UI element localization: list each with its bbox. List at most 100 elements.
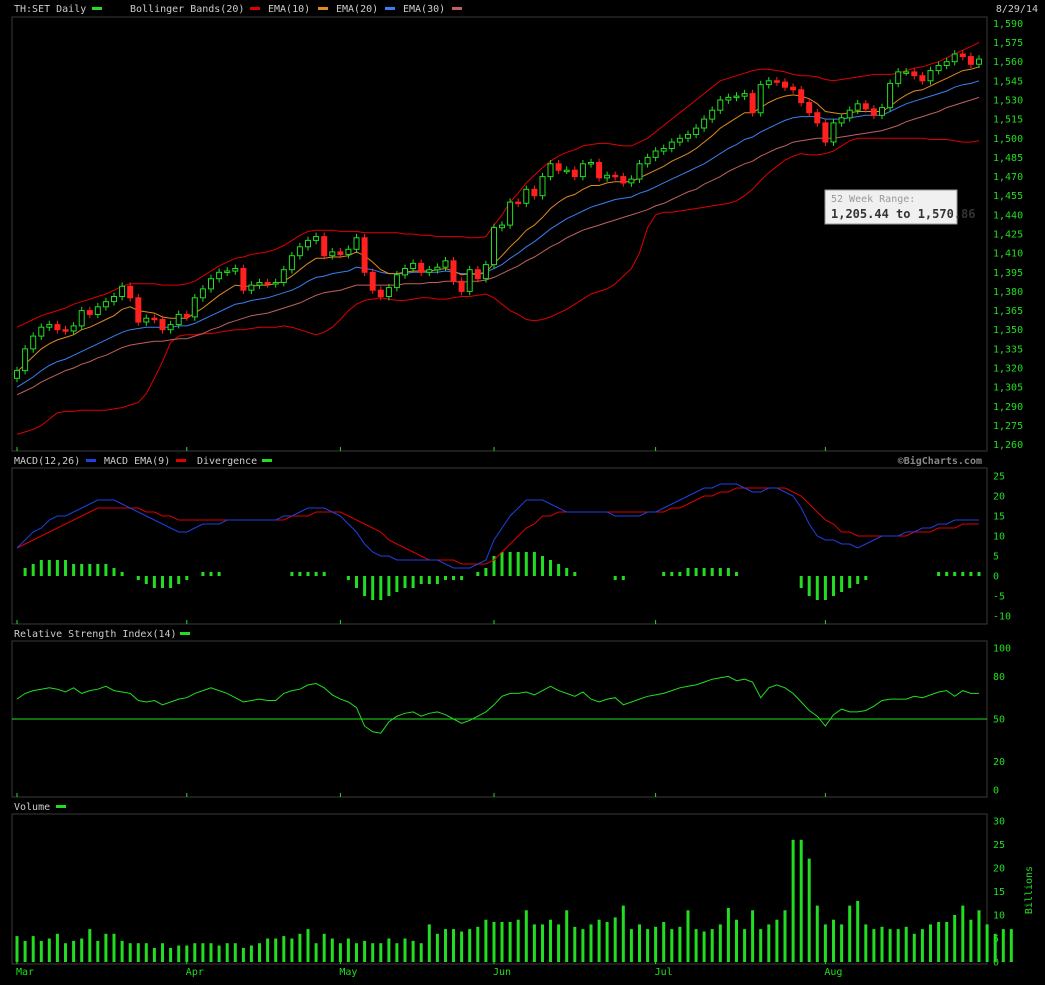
- candle-body: [54, 324, 61, 331]
- volume-bar: [258, 943, 261, 962]
- candle-body: [337, 251, 344, 255]
- macd-signal-legend-swatch: [176, 459, 186, 462]
- volume-bar: [654, 926, 658, 963]
- volume-bar: [912, 933, 916, 962]
- candle-body: [539, 176, 546, 197]
- volume-bar: [452, 929, 455, 962]
- divergence-bar: [411, 576, 415, 588]
- divergence-bar: [815, 576, 819, 600]
- candle-body: [280, 269, 287, 284]
- chart-date: 8/29/14: [996, 4, 1038, 15]
- candle-body: [426, 269, 433, 273]
- price-tick-label: 1,530: [993, 96, 1023, 107]
- candle-body: [329, 251, 336, 257]
- candle-body: [305, 239, 311, 248]
- candle-body: [507, 201, 514, 226]
- candle-body: [814, 112, 821, 124]
- divergence-bar: [718, 568, 722, 576]
- divergence-bar: [177, 576, 181, 584]
- rsi-legend-swatch: [180, 632, 190, 635]
- price-tick-label: 1,365: [993, 306, 1023, 317]
- volume-bar: [864, 924, 868, 962]
- candle-body: [30, 335, 37, 350]
- volume-bar: [686, 910, 690, 962]
- volume-bar: [1009, 929, 1013, 962]
- price-tick-label: 1,350: [993, 325, 1023, 336]
- volume-bar: [266, 938, 270, 962]
- volume-bar: [31, 936, 35, 962]
- divergence-bar: [840, 576, 844, 592]
- candle-body: [547, 163, 554, 178]
- candle: [135, 294, 142, 326]
- candle-body: [313, 236, 320, 241]
- candle-body: [321, 236, 328, 257]
- legend-ema20-label: EMA(20): [336, 4, 378, 15]
- volume-bar: [743, 929, 747, 962]
- macd-tick-label: 20: [993, 492, 1005, 503]
- price-tick-label: 1,485: [993, 153, 1023, 164]
- candle: [539, 172, 546, 200]
- ticker-label: TH:SET Daily: [14, 4, 86, 15]
- volume-bar: [128, 943, 132, 962]
- volume-bar: [47, 938, 51, 962]
- bigcharts-stock-chart: TH:SET Daily Bollinger Bands(20) EMA(10)…: [0, 0, 1045, 981]
- volume-bar: [112, 933, 116, 962]
- divergence-bar: [557, 564, 561, 576]
- volume-bar: [88, 929, 92, 962]
- candle-body: [555, 163, 562, 171]
- candle-body: [676, 137, 683, 143]
- candle-body: [749, 93, 756, 114]
- range-title: 52 Week Range:: [831, 194, 915, 205]
- legend-ema30-label: EMA(30): [403, 4, 445, 15]
- candle-body: [967, 56, 974, 65]
- candle-body: [491, 227, 497, 266]
- candle: [636, 160, 643, 183]
- volume-bar: [1001, 929, 1005, 962]
- divergence-bar: [573, 572, 577, 576]
- divergence-bar: [120, 572, 124, 576]
- volume-bar: [791, 839, 795, 962]
- divergence-bar: [80, 564, 84, 576]
- legend-ema30-swatch: [452, 7, 462, 10]
- candle: [466, 265, 473, 296]
- divergence-bar: [807, 576, 811, 596]
- candle-body: [563, 169, 570, 173]
- rsi-tick-label: 80: [993, 672, 1005, 683]
- divergence-bar: [864, 576, 868, 580]
- candle-body: [256, 282, 263, 286]
- volume-bar: [379, 943, 383, 962]
- 52-week-range-box: 52 Week Range: 1,205.44 to 1,570.86: [824, 189, 976, 225]
- candle-body: [135, 297, 142, 323]
- rsi-legend: Relative Strength Index(14): [14, 629, 190, 640]
- rsi-tick-label: 50: [993, 715, 1005, 726]
- candle: [749, 89, 756, 117]
- x-tick-label: Aug: [824, 967, 842, 978]
- candle-body: [596, 162, 603, 179]
- volume-bar: [371, 943, 375, 962]
- legend-ema10-label: EMA(10): [268, 4, 310, 15]
- volume-bar: [985, 924, 989, 962]
- volume-bar: [217, 945, 221, 962]
- candle-body: [636, 163, 643, 180]
- divergence-bar: [565, 568, 569, 576]
- divergence-bar: [662, 572, 666, 576]
- candle-body: [604, 174, 611, 179]
- divergence-bar: [64, 560, 67, 576]
- candle-body: [191, 297, 198, 318]
- candle-body: [806, 102, 813, 114]
- volume-bar: [55, 933, 59, 962]
- divergence-bar: [977, 572, 981, 576]
- volume-bar: [710, 929, 714, 962]
- divergence-bar: [823, 576, 827, 600]
- divergence-bar: [500, 552, 504, 576]
- volume-bar: [427, 924, 431, 962]
- candle-body: [887, 82, 894, 109]
- volume-tick-label: 25: [993, 840, 1005, 851]
- candle-body: [499, 224, 505, 229]
- divergence-bar: [678, 572, 682, 576]
- divergence-bar: [314, 572, 318, 576]
- candle-body: [685, 133, 691, 139]
- price-tick-label: 1,290: [993, 402, 1023, 413]
- candle-body: [232, 268, 239, 272]
- volume-bar: [557, 924, 561, 962]
